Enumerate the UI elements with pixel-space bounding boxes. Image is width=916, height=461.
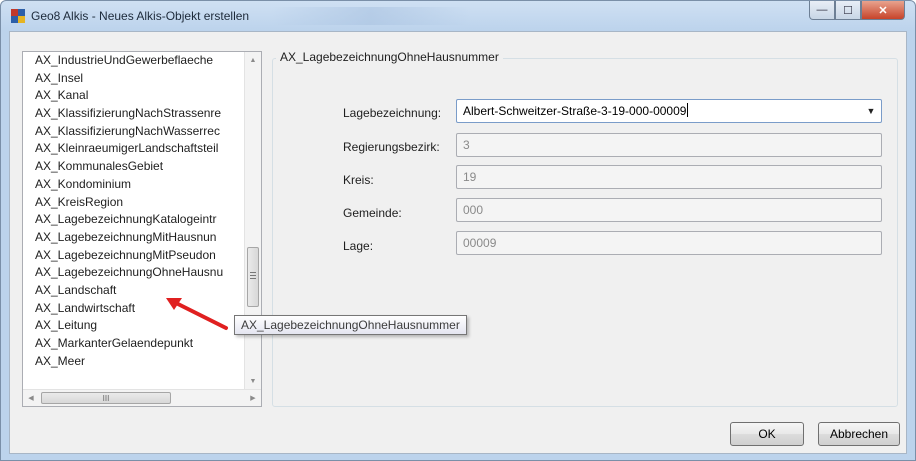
list-item[interactable]: AX_IndustrieUndGewerbeflaeche bbox=[23, 52, 245, 70]
list-item[interactable]: AX_LagebezeichnungOhneHausnu bbox=[23, 264, 245, 282]
kreis-field[interactable]: 19 bbox=[456, 165, 882, 189]
list-item[interactable]: AX_Kondominium bbox=[23, 176, 245, 194]
list-item[interactable]: AX_KreisRegion bbox=[23, 194, 245, 212]
lagebezeichnung-label: Lagebezeichnung: bbox=[343, 106, 442, 120]
group-title: AX_LagebezeichnungOhneHausnummer bbox=[276, 50, 503, 64]
kreis-label: Kreis: bbox=[343, 173, 374, 187]
list-item[interactable]: AX_KommunalesGebiet bbox=[23, 158, 245, 176]
window-title: Geo8 Alkis - Neues Alkis-Objekt erstelle… bbox=[31, 9, 250, 23]
vertical-scrollbar[interactable]: ▲ ▼ bbox=[244, 52, 261, 389]
close-button[interactable]: ✕ bbox=[861, 1, 905, 20]
list-item[interactable]: AX_LagebezeichnungMitHausnun bbox=[23, 229, 245, 247]
text-cursor bbox=[687, 103, 689, 117]
minimize-button[interactable]: — bbox=[809, 1, 835, 20]
app-icon bbox=[11, 9, 25, 23]
list-item[interactable]: AX_Meer bbox=[23, 353, 245, 371]
list-item[interactable]: AX_LagebezeichnungKatalogeintr bbox=[23, 211, 245, 229]
scroll-left-icon[interactable]: ◀ bbox=[23, 390, 39, 406]
list-item[interactable]: AX_Kanal bbox=[23, 87, 245, 105]
regierungsbezirk-label: Regierungsbezirk: bbox=[343, 140, 440, 154]
lage-field[interactable]: 00009 bbox=[456, 231, 882, 255]
object-type-list[interactable]: AX_IndustrieUndGewerbeflaeche AX_Insel AX_… bbox=[22, 51, 262, 407]
ok-button[interactable]: OK bbox=[730, 422, 804, 446]
maximize-button[interactable]: ☐ bbox=[835, 1, 861, 20]
list-item[interactable]: AX_Insel bbox=[23, 70, 245, 88]
background-taskbar-blur bbox=[271, 7, 471, 25]
vertical-scroll-thumb[interactable] bbox=[247, 247, 259, 307]
gemeinde-field[interactable]: 000 bbox=[456, 198, 882, 222]
horizontal-scroll-thumb[interactable]: III bbox=[41, 392, 171, 404]
list-item[interactable]: AX_LagebezeichnungMitPseudon bbox=[23, 247, 245, 265]
title-bar[interactable]: Geo8 Alkis - Neues Alkis-Objekt erstelle… bbox=[1, 1, 915, 31]
cancel-button[interactable]: Abbrechen bbox=[818, 422, 900, 446]
gemeinde-label: Gemeinde: bbox=[343, 206, 402, 220]
regierungsbezirk-field[interactable]: 3 bbox=[456, 133, 882, 157]
scroll-up-icon[interactable]: ▲ bbox=[245, 52, 261, 68]
horizontal-scrollbar[interactable]: ◀ III ▶ bbox=[23, 389, 261, 406]
lage-label: Lage: bbox=[343, 239, 374, 253]
list-item[interactable]: AX_KlassifizierungNachStrassenre bbox=[23, 105, 245, 123]
caption-buttons: — ☐ ✕ bbox=[809, 1, 905, 21]
scroll-down-icon[interactable]: ▼ bbox=[245, 373, 261, 389]
dialog-window: Geo8 Alkis - Neues Alkis-Objekt erstelle… bbox=[0, 0, 916, 461]
list-item-tooltip: AX_LagebezeichnungOhneHausnummer bbox=[234, 315, 467, 335]
annotation-arrow-icon bbox=[166, 298, 228, 330]
grip-icon bbox=[250, 272, 256, 273]
list-item[interactable]: AX_KlassifizierungNachWasserrec bbox=[23, 123, 245, 141]
lagebezeichnung-combobox[interactable]: Albert-Schweitzer-Straße-3-19-000-00009 … bbox=[456, 99, 882, 123]
lagebezeichnung-value: Albert-Schweitzer-Straße-3-19-000-00009 bbox=[463, 104, 687, 118]
scroll-right-icon[interactable]: ▶ bbox=[245, 390, 261, 406]
list-item[interactable]: AX_KleinraeumigerLandschaftsteil bbox=[23, 140, 245, 158]
dialog-client-area: AX_IndustrieUndGewerbeflaeche AX_Insel AX_… bbox=[9, 31, 907, 454]
chevron-down-icon[interactable]: ▼ bbox=[861, 100, 881, 122]
